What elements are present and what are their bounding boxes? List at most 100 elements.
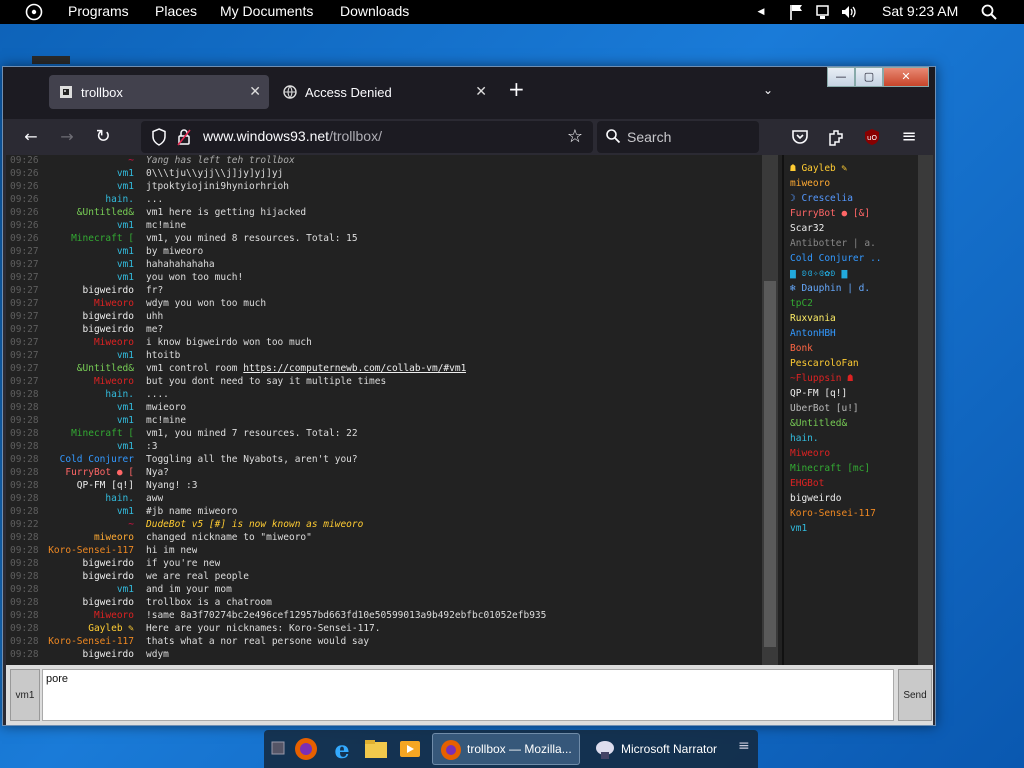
clock[interactable]: Sat 9:23 AM [882,3,958,19]
user-list-item[interactable]: Miweoro [790,446,918,461]
message-text[interactable]: vm1 control room https://computernewb.co… [146,362,466,375]
user-list-item[interactable]: UberBot [u!] [790,401,918,416]
menu-programs[interactable]: Programs [68,3,129,19]
message-nick[interactable]: ~ [36,155,134,167]
user-list-item[interactable]: Antibotter | a. [790,236,918,251]
user-list-item[interactable]: bigweirdo [790,491,918,506]
close-window-button[interactable]: ✕ [883,67,929,87]
volume-icon[interactable] [840,2,858,22]
maximize-button[interactable]: ▢ [855,67,883,87]
message-nick[interactable]: Gayleb ✎ [36,622,134,635]
user-list-item[interactable]: ❄ Dauphin | d. [790,281,918,296]
tab-trollbox[interactable]: trollbox ✕ [49,75,269,109]
flag-icon[interactable] [788,2,806,22]
url-bar[interactable]: www.windows93.net/trollbox/ ☆ [141,121,593,153]
new-tab-button[interactable]: + [508,79,525,99]
message-nick[interactable]: hain. [36,492,134,505]
user-list-item[interactable]: Cold Conjurer .. [790,251,918,266]
search-icon[interactable] [980,2,998,22]
message-nick[interactable]: vm1 [36,258,134,271]
search-box[interactable]: Search [597,121,759,153]
taskbar-app-narrator[interactable]: Microsoft Narrator [586,733,734,765]
message-nick[interactable]: hain. [36,193,134,206]
taskbar-menu-icon[interactable]: ≡ [738,738,750,754]
user-list-item[interactable]: hain. [790,431,918,446]
message-link[interactable]: https://computernewb.com/collab-vm/#vm1 [243,363,466,374]
minimize-button[interactable]: — [827,67,855,87]
message-nick[interactable]: Miweoro [36,375,134,388]
user-list-item[interactable]: ☗ Gayleb ✎ [790,161,918,176]
file-explorer-icon[interactable] [362,734,390,764]
message-nick[interactable]: Cold Conjurer [36,453,134,466]
back-button[interactable]: ← [19,125,43,149]
message-nick[interactable]: Minecraft [ [36,427,134,440]
send-button[interactable]: Send [898,669,932,721]
user-list-item[interactable]: QP-FM [q!] [790,386,918,401]
message-nick[interactable]: vm1 [36,271,134,284]
chat-scroll-thumb[interactable] [764,281,776,647]
message-nick[interactable]: QP-FM [q!] [36,479,134,492]
message-nick[interactable]: bigweirdo [36,284,134,297]
nickname-button[interactable]: vm1 [10,669,40,721]
insecure-lock-icon[interactable] [177,128,191,146]
firefox-icon[interactable] [292,734,320,764]
message-nick[interactable]: &Untitled& [36,206,134,219]
message-nick[interactable]: vm1 [36,440,134,453]
close-tab-icon[interactable]: ✕ [249,83,261,100]
taskbar-app-firefox[interactable]: trollbox — Mozilla... [432,733,580,765]
message-nick[interactable]: vm1 [36,180,134,193]
internet-explorer-icon[interactable]: e [328,734,356,764]
message-nick[interactable]: bigweirdo [36,323,134,336]
user-list-item[interactable]: Bonk [790,341,918,356]
menu-icon[interactable]: ≡ [897,125,921,149]
user-list-item[interactable]: Koro-Sensei-117 [790,506,918,521]
message-nick[interactable]: Miweoro [36,609,134,622]
message-nick[interactable]: bigweirdo [36,557,134,570]
message-input[interactable]: pore [42,669,894,721]
shield-icon[interactable] [151,128,167,146]
user-list-item[interactable]: AntonHBH [790,326,918,341]
message-nick[interactable]: Miweoro [36,336,134,349]
tab-access-denied[interactable]: Access Denied ✕ [273,75,495,109]
extensions-icon[interactable] [827,128,845,146]
message-nick[interactable]: Koro-Sensei-117 [36,635,134,648]
arrow-left-icon[interactable]: ◀ [752,6,770,26]
url-text[interactable]: www.windows93.net/trollbox/ [203,128,382,144]
user-list-item[interactable]: PescaroloFan [790,356,918,371]
message-nick[interactable]: FurryBot ● [ [36,466,134,479]
message-nick[interactable]: bigweirdo [36,648,134,661]
message-nick[interactable]: Minecraft [ [36,232,134,245]
forward-button[interactable]: → [55,125,79,149]
chat-scrollbar[interactable] [762,155,778,665]
message-nick[interactable]: Miweoro [36,297,134,310]
menu-downloads[interactable]: Downloads [340,3,409,19]
message-nick[interactable]: vm1 [36,245,134,258]
close-tab-icon[interactable]: ✕ [475,83,487,100]
user-list-item[interactable]: FurryBot ● [&] [790,206,918,221]
message-nick[interactable]: vm1 [36,219,134,232]
message-nick[interactable]: Koro-Sensei-117 [36,544,134,557]
user-list-item[interactable]: &Untitled& [790,416,918,431]
network-icon[interactable] [814,2,832,22]
reload-button[interactable]: ↻ [91,125,115,149]
menu-places[interactable]: Places [155,3,197,19]
user-list-item[interactable]: ~Fluppsin ☗ [790,371,918,386]
message-nick[interactable]: vm1 [36,349,134,362]
list-all-tabs-icon[interactable]: ⌄ [763,83,773,97]
message-nick[interactable]: ~ [36,518,134,531]
user-list-item[interactable]: Scar32 [790,221,918,236]
user-list-item[interactable]: vm1 [790,521,918,536]
user-list-item[interactable]: ☽ Crescelia [790,191,918,206]
message-nick[interactable]: vm1 [36,414,134,427]
user-list-item[interactable]: ▆ ʚɞ✧ɞ✿ʚ ▆ [790,266,918,281]
user-list-item[interactable]: Ruxvania [790,311,918,326]
chat-log[interactable]: 09:26 ~ Yang has left teh trollbox 09:26 vm1… [6,155,780,665]
pocket-icon[interactable] [791,129,809,145]
message-nick[interactable]: bigweirdo [36,310,134,323]
ublock-origin-icon[interactable]: uO [863,128,881,146]
message-nick[interactable]: vm1 [36,401,134,414]
message-nick[interactable]: &Untitled& [36,362,134,375]
bookmark-star-icon[interactable]: ☆ [567,126,583,147]
message-nick[interactable]: vm1 [36,583,134,596]
user-list-item[interactable]: tpC2 [790,296,918,311]
